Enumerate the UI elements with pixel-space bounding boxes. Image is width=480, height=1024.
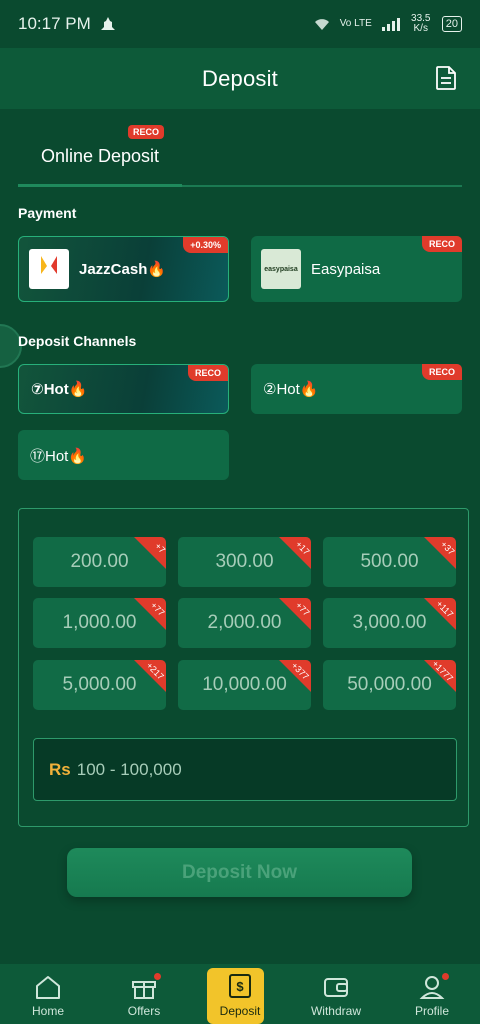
header: Deposit [0,48,480,109]
nav-home[interactable]: Home [0,964,96,1024]
tab-active-indicator [18,184,182,187]
payment-method-name: Easypaisa [311,260,381,278]
battery-level: 20 [445,18,458,30]
reco-badge: RECO [128,125,165,139]
payment-label: Payment [18,205,77,221]
nav-offers[interactable]: Offers [96,964,192,1024]
reco-badge: RECO [421,236,462,252]
amount-value: 50,000.00 [347,674,432,695]
bottom-nav: Home Offers $ Deposit Withdraw Profile [0,964,480,1024]
amount-value: 5,000.00 [62,674,137,695]
channel-item[interactable]: ⑦Hot🔥 RECO [18,364,229,414]
amount-option[interactable]: 2,000.00 +77 [178,598,311,648]
amount-option[interactable]: 5,000.00 +217 [33,660,166,710]
tab-online-deposit[interactable]: Online Deposit RECO [18,125,182,187]
nav-label: Profile [414,1004,449,1018]
reco-badge: RECO [187,365,228,381]
notification-icon [100,17,115,30]
channel-item[interactable]: ⑰Hot🔥 [18,430,229,480]
net-speed: 33.5 K/s [411,13,431,34]
content: Online Deposit RECO Payment JazzCash🔥 +0… [0,109,480,964]
nav-label: Withdraw [310,1004,361,1018]
amount-option[interactable]: 10,000.00 +377 [178,660,311,710]
payment-jazzcash[interactable]: JazzCash🔥 +0.30% [18,236,229,302]
status-time: 10:17 PM [18,14,91,33]
notification-dot [153,972,162,981]
battery-icon: 20 [441,16,462,32]
tab-bar: Online Deposit RECO [18,125,462,187]
nav-profile[interactable]: Profile [384,964,480,1024]
signal-icon [381,17,400,31]
amount-value: 200.00 [70,551,129,572]
nav-label: Deposit [219,1004,261,1018]
nav-withdraw[interactable]: Withdraw [288,964,384,1024]
amount-option[interactable]: 1,000.00 +77 [33,598,166,648]
channel-item[interactable]: ②Hot🔥 RECO [251,364,462,414]
amount-placeholder: 100 - 100,000 [76,759,182,779]
deposit-now-button[interactable]: Deposit Now [67,848,412,897]
channel-label: ②Hot🔥 [263,381,319,398]
page-title: Deposit [202,65,278,91]
tab-label: Online Deposit [40,145,160,166]
easypaisa-logo: easypaisa [261,249,301,289]
amount-panel: 200.00 +7 300.00 +17 500.00 +37 1,000.00… [18,508,469,827]
amount-option[interactable]: 500.00 +37 [323,537,456,587]
nav-label: Home [31,1004,64,1018]
currency-label: Rs [49,759,71,779]
channel-label: ⑰Hot🔥 [30,447,88,465]
amount-value: 2,000.00 [207,612,282,633]
svg-text:$: $ [236,979,244,994]
easypaisa-logo-text: easypaisa [264,265,298,273]
amount-value: 3,000.00 [352,612,427,633]
amount-option[interactable]: 3,000.00 +117 [323,598,456,648]
amount-option[interactable]: 200.00 +7 [33,537,166,587]
amount-value: 300.00 [215,551,274,572]
payment-method-name: JazzCash🔥 [79,261,167,278]
status-bar: 10:17 PM Vo LTE 33.5 K/s 20 [0,0,480,48]
notification-dot [441,972,450,981]
channels-label: Deposit Channels [18,333,137,349]
home-icon [36,976,60,999]
nav-deposit[interactable]: $ Deposit [192,964,288,1024]
nav-label: Offers [127,1004,161,1018]
amount-input[interactable]: Rs 100 - 100,000 [33,738,457,801]
document-icon[interactable] [434,65,458,91]
jazzcash-logo-icon [41,256,57,274]
deposit-wallet-icon: $ [229,974,251,998]
channel-label: ⑦Hot🔥 [31,381,88,398]
wifi-icon [314,19,329,30]
wallet-icon [324,978,348,997]
amount-option[interactable]: 300.00 +17 [178,537,311,587]
payment-easypaisa[interactable]: easypaisa Easypaisa RECO [251,236,462,302]
amount-value: 10,000.00 [202,674,287,695]
reco-badge: RECO [421,364,462,380]
amount-value: 1,000.00 [62,612,137,633]
amount-option[interactable]: 50,000.00 +1777 [323,660,456,710]
network-type: Vo LTE [339,18,372,29]
bonus-badge: +0.30% [183,237,228,253]
amount-value: 500.00 [360,551,419,572]
jazzcash-logo [29,249,69,289]
